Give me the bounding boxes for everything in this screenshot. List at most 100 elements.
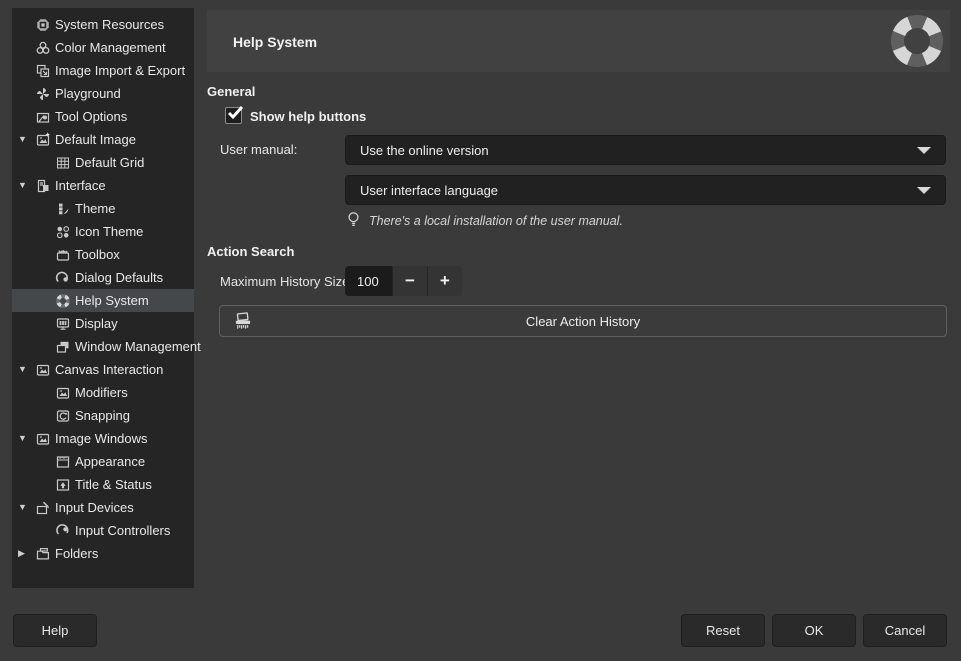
sidebar-item-system-resources[interactable]: System Resources <box>12 13 194 36</box>
import-export-icon <box>35 63 51 79</box>
sidebar-item-canvas-interaction[interactable]: ▼ Canvas Interaction <box>12 358 194 381</box>
sidebar-item-label: Dialog Defaults <box>75 270 163 285</box>
ok-button[interactable]: OK <box>772 614 856 647</box>
image-icon <box>55 385 71 401</box>
general-section-title: General <box>207 84 255 99</box>
sidebar-item-label: Image Import & Export <box>55 63 185 78</box>
manual-language-selected-value: User interface language <box>360 183 917 198</box>
help-button-label: Help <box>42 623 69 638</box>
help-button[interactable]: Help <box>13 614 97 647</box>
chip-icon <box>35 17 51 33</box>
sidebar-item-theme[interactable]: Theme <box>12 197 194 220</box>
sidebar-item-image-windows[interactable]: ▼ Image Windows <box>12 427 194 450</box>
sidebar-item-icon-theme[interactable]: Icon Theme <box>12 220 194 243</box>
minus-icon: − <box>405 271 415 291</box>
show-help-buttons-label: Show help buttons <box>250 109 366 124</box>
sidebar-item-toolbox[interactable]: Toolbox <box>12 243 194 266</box>
sidebar-item-label: Image Windows <box>55 431 147 446</box>
sidebar-item-label: Help System <box>75 293 149 308</box>
tablet-pen-icon <box>35 500 51 516</box>
sidebar-item-label: Folders <box>55 546 98 561</box>
clear-action-history-button[interactable]: Clear Action History <box>219 305 947 337</box>
sidebar-item-playground[interactable]: Playground <box>12 82 194 105</box>
sidebar-item-title-status[interactable]: Title & Status <box>12 473 194 496</box>
image-icon <box>35 362 51 378</box>
sidebar-item-label: Icon Theme <box>75 224 143 239</box>
sidebar-tree: System Resources Color Management Image Im… <box>12 8 194 588</box>
decrement-button[interactable]: − <box>392 266 426 296</box>
expander-open-icon[interactable]: ▼ <box>18 427 35 450</box>
max-history-size-input[interactable]: 100 <box>345 266 392 296</box>
expander-open-icon[interactable]: ▼ <box>18 174 35 197</box>
sidebar-item-label: Canvas Interaction <box>55 362 163 377</box>
tool-icon <box>35 109 51 125</box>
show-help-buttons-checkbox[interactable] <box>225 107 242 124</box>
manual-language-dropdown[interactable]: User interface language <box>345 175 946 205</box>
window-arrow-icon <box>55 477 71 493</box>
monitor-icon <box>55 316 71 332</box>
sidebar-item-input-controllers[interactable]: Input Controllers <box>12 519 194 542</box>
reset-button[interactable]: Reset <box>681 614 765 647</box>
reset-button-label: Reset <box>706 623 740 638</box>
sidebar-item-folders[interactable]: ▶ Folders <box>12 542 194 565</box>
cancel-button[interactable]: Cancel <box>863 614 947 647</box>
manual-hint-row: There's a local installation of the user… <box>346 211 623 230</box>
sidebar-item-label: Tool Options <box>55 109 127 124</box>
max-history-size-spinner: 100 − + <box>345 266 462 296</box>
sidebar-item-dialog-defaults[interactable]: Dialog Defaults <box>12 266 194 289</box>
sidebar-item-label: Toolbox <box>75 247 120 262</box>
sidebar-item-label: Window Management <box>75 339 201 354</box>
expander-closed-icon[interactable]: ▶ <box>18 542 35 565</box>
life-preserver-icon <box>890 14 944 68</box>
sidebar-item-label: Input Devices <box>55 500 134 515</box>
increment-button[interactable]: + <box>427 266 462 296</box>
sidebar-item-display[interactable]: Display <box>12 312 194 335</box>
swatches-icon <box>55 201 71 217</box>
color-circles-icon <box>35 40 51 56</box>
user-manual-dropdown[interactable]: Use the online version <box>345 135 946 165</box>
ok-button-label: OK <box>805 623 824 638</box>
manual-hint-text: There's a local installation of the user… <box>369 214 623 228</box>
sidebar-item-label: Title & Status <box>75 477 152 492</box>
chevron-down-icon <box>917 187 931 194</box>
sidebar-item-snapping[interactable]: Snapping <box>12 404 194 427</box>
user-manual-label: User manual: <box>220 142 297 157</box>
sidebar-item-label: Color Management <box>55 40 166 55</box>
sidebar-item-label: Display <box>75 316 118 331</box>
sidebar-item-label: Snapping <box>75 408 130 423</box>
sidebar-item-color-management[interactable]: Color Management <box>12 36 194 59</box>
sidebar-item-window-management[interactable]: Window Management <box>12 335 194 358</box>
sidebar-item-label: Default Grid <box>75 155 144 170</box>
page-title: Help System <box>233 34 317 50</box>
sidebar-item-input-devices[interactable]: ▼ Input Devices <box>12 496 194 519</box>
image-icon <box>35 431 51 447</box>
grid-icon <box>55 155 71 171</box>
cancel-button-label: Cancel <box>885 623 925 638</box>
sidebar-item-help-system[interactable]: Help System <box>12 289 194 312</box>
lightbulb-icon <box>346 211 361 230</box>
sidebar-item-label: Interface <box>55 178 106 193</box>
sidebar-item-image-import-export[interactable]: Image Import & Export <box>12 59 194 82</box>
sidebar-item-label: Default Image <box>55 132 136 147</box>
sidebar-item-interface[interactable]: ▼ Interface <box>12 174 194 197</box>
sidebar-item-default-image[interactable]: ▼ Default Image <box>12 128 194 151</box>
knob-icon <box>55 523 71 539</box>
smiley-grid-icon <box>55 224 71 240</box>
expander-open-icon[interactable]: ▼ <box>18 358 35 381</box>
window-ruler-icon <box>55 454 71 470</box>
expander-open-icon[interactable]: ▼ <box>18 128 35 151</box>
sidebar-item-tool-options[interactable]: Tool Options <box>12 105 194 128</box>
folder-icon <box>35 546 51 562</box>
gauge-icon <box>55 270 71 286</box>
image-star-icon <box>35 132 51 148</box>
sidebar-item-default-grid[interactable]: Default Grid <box>12 151 194 174</box>
preferences-window: System Resources Color Management Image Im… <box>0 0 961 661</box>
sidebar-item-modifiers[interactable]: Modifiers <box>12 381 194 404</box>
expander-open-icon[interactable]: ▼ <box>18 496 35 519</box>
sidebar-item-appearance[interactable]: Appearance <box>12 450 194 473</box>
user-manual-selected-value: Use the online version <box>360 143 917 158</box>
lifebuoy-icon <box>55 293 71 309</box>
toolbox-icon <box>55 247 71 263</box>
cascade-icon <box>55 339 71 355</box>
sidebar-item-label: Theme <box>75 201 115 216</box>
